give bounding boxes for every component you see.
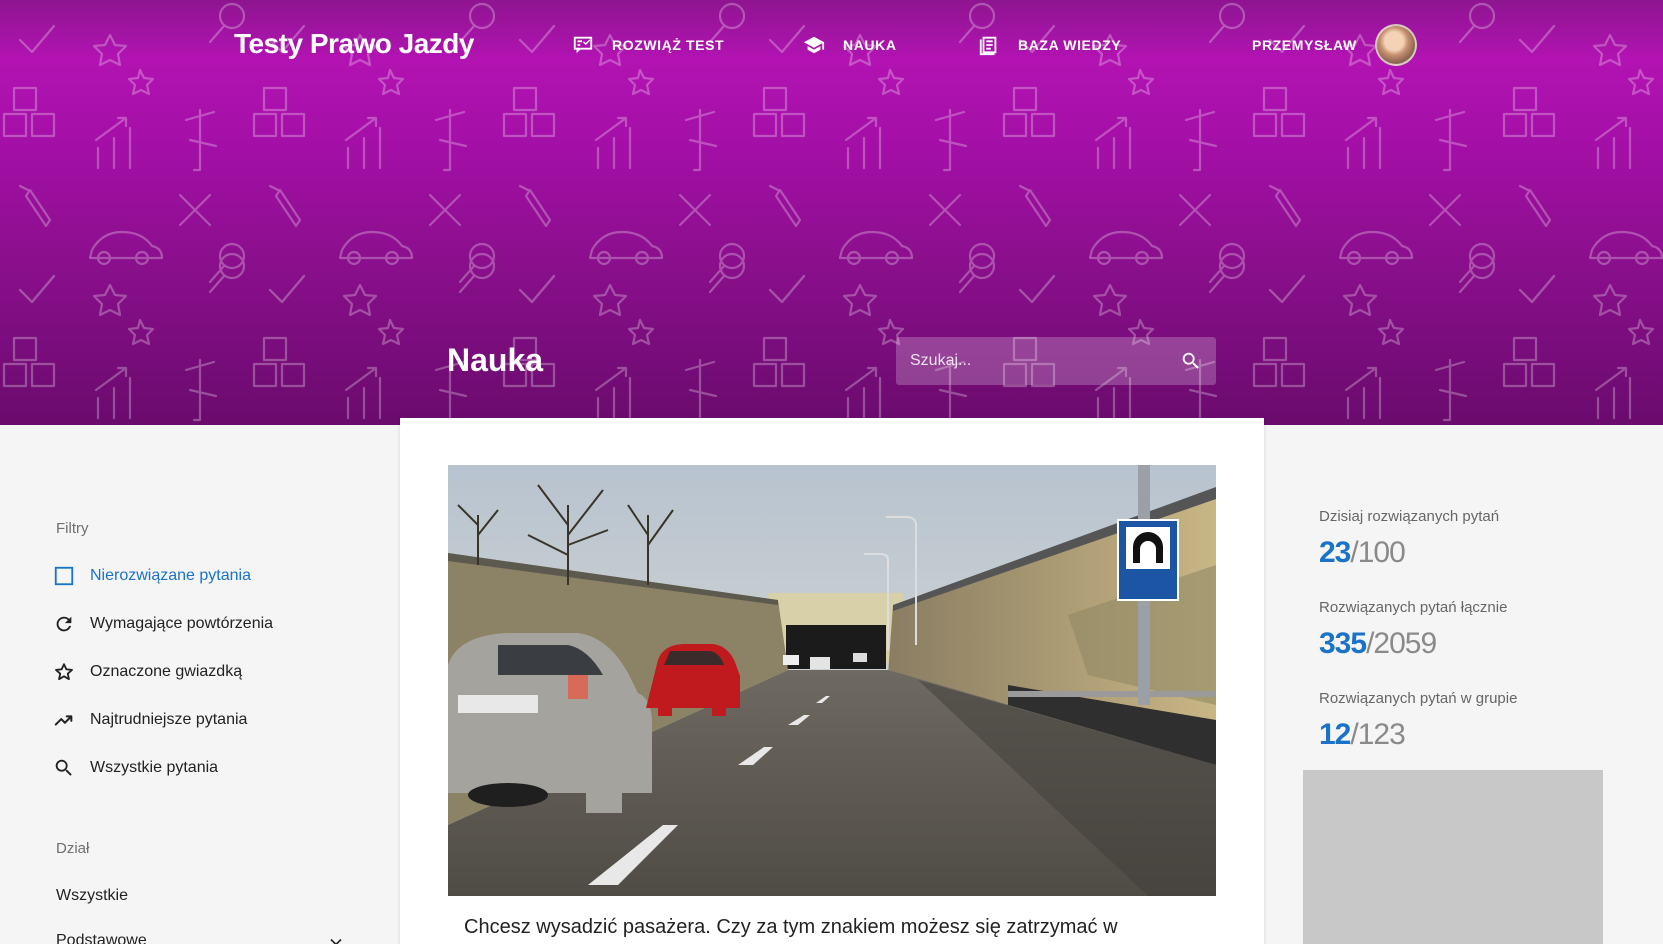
department-all[interactable]: Wszystkie [56,887,128,905]
ad-placeholder [1303,770,1603,944]
filter-label: Nierozwiązane pytania [90,567,251,584]
filter-unsolved[interactable]: Nierozwiązane pytania [52,562,251,590]
document-list-icon [979,36,997,56]
question-image [448,465,1216,896]
stat-number: 335 [1319,627,1367,660]
stat-number: 23 [1319,536,1351,569]
filter-label: Oznaczone gwiazdką [90,663,243,680]
stat-group-label: Rozwiązanych pytań w grupie [1319,690,1518,707]
site-logo[interactable]: Testy Prawo Jazdy [234,28,474,60]
nav-solve-test[interactable]: ROZWIĄŻ TEST [572,34,724,56]
nav-label: NAUKA [843,37,897,53]
avatar[interactable] [1374,24,1417,66]
quiz-board-icon [573,36,593,54]
question-text: Chcesz wysadzić pasażera. Czy za tym zna… [464,916,1118,938]
graduation-cap-icon [803,36,825,54]
department-title: Dział [56,840,90,857]
header-hero: Testy Prawo Jazdy ROZWIĄŻ TEST NAUKA BAZ… [0,0,1663,425]
stat-today-label: Dzisiaj rozwiązanych pytań [1319,508,1500,525]
filter-label: Wymagające powtórzenia [90,615,274,632]
stat-overall-label: Rozwiązanych pytań łącznie [1319,599,1508,616]
user-menu[interactable]: PRZEMYSŁAW [1252,24,1417,66]
stat-separator: / [1350,536,1358,569]
search-input[interactable] [910,352,1180,370]
filter-label: Najtrudniejsze pytania [90,711,248,728]
department-basic[interactable]: Podstawowe [56,932,346,944]
question-card: Chcesz wysadzić pasażera. Czy za tym zna… [400,418,1264,944]
nav-label: BAZA WIEDZY [1018,37,1122,53]
filters-title: Filtry [56,520,89,537]
stat-total: 100 [1357,536,1406,569]
refresh-icon [52,612,76,636]
star-icon [52,660,76,684]
nav-learning[interactable]: NAUKA [803,34,897,56]
page-title: Nauka [447,342,544,378]
stat-group-value: 12/123 [1319,718,1406,752]
trending-up-icon [52,708,76,732]
stat-overall-value: 335/2059 [1319,627,1437,661]
department-label: Podstawowe [56,932,147,944]
nav-label: ROZWIĄŻ TEST [612,37,725,53]
user-name: PRZEMYSŁAW [1252,37,1357,53]
nav-knowledge-base[interactable]: BAZA WIEDZY [978,34,1121,56]
filter-hardest[interactable]: Najtrudniejsze pytania [52,706,247,734]
filter-label: Wszystkie pytania [90,759,219,776]
search-box[interactable] [896,337,1216,385]
filter-needs-repeat[interactable]: Wymagające powtórzenia [52,610,273,638]
stat-number: 12 [1319,718,1351,751]
chevron-down-icon [330,938,342,944]
stat-total: 2059 [1373,627,1437,660]
stat-total: 123 [1357,718,1406,751]
filter-starred[interactable]: Oznaczone gwiazdką [52,658,242,686]
search-icon [52,756,76,780]
stat-today-value: 23/100 [1319,536,1406,570]
stat-separator: / [1350,718,1358,751]
search-icon[interactable] [1180,350,1202,372]
checkbox-icon[interactable] [52,564,76,588]
filter-all[interactable]: Wszystkie pytania [52,754,218,782]
